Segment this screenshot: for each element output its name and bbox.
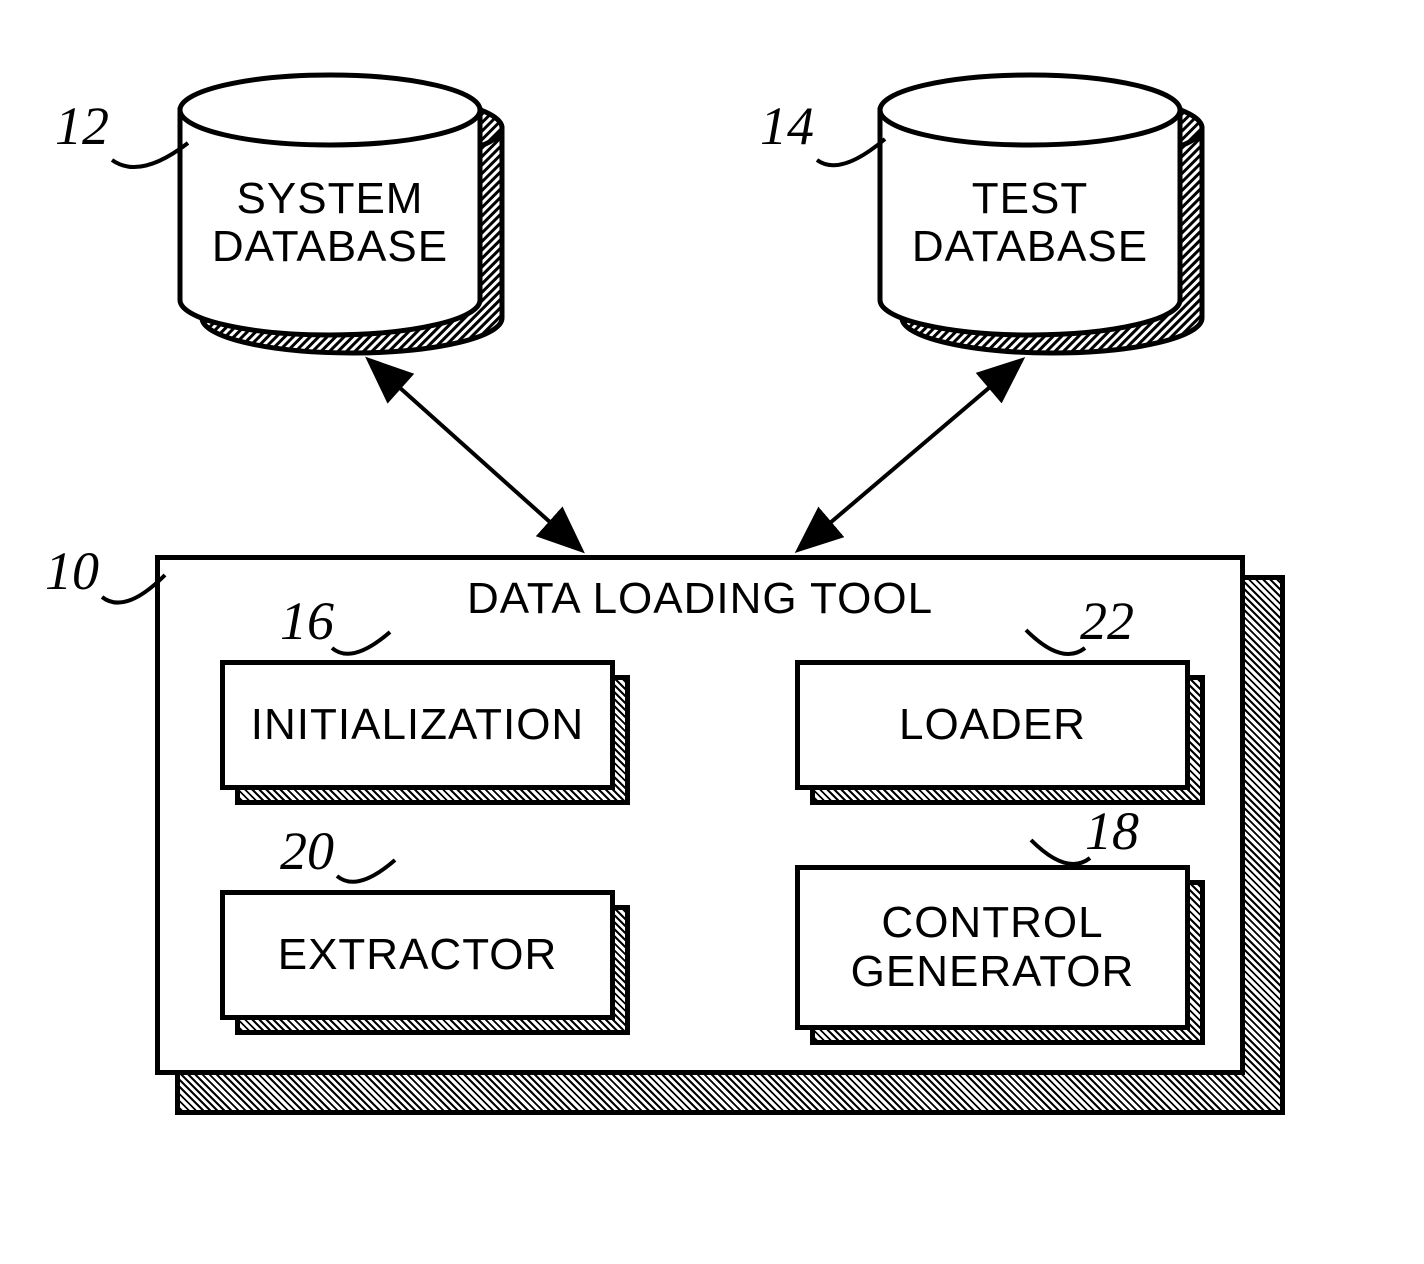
control-generator-label-line2: GENERATOR	[851, 947, 1135, 996]
control-generator-label-line1: CONTROL	[881, 898, 1103, 947]
arrow-systemdb-tool	[350, 350, 610, 570]
test-database-label-line2: DATABASE	[912, 222, 1148, 271]
control-generator-box: CONTROL GENERATOR	[795, 865, 1190, 1030]
system-database-label: SYSTEM DATABASE	[180, 175, 480, 272]
test-database-label: TEST DATABASE	[880, 175, 1180, 272]
ref-20: 20	[280, 820, 334, 882]
ref-16: 16	[280, 590, 334, 652]
diagram-canvas: SYSTEM DATABASE TEST DATABASE	[0, 0, 1424, 1264]
system-database-label-line1: SYSTEM	[237, 174, 424, 223]
ref-10: 10	[45, 540, 99, 602]
loader-label: LOADER	[899, 701, 1086, 749]
test-database-label-line1: TEST	[972, 174, 1088, 223]
control-generator-label: CONTROL GENERATOR	[851, 899, 1135, 996]
extractor-box: EXTRACTOR	[220, 890, 615, 1020]
initialization-label: INITIALIZATION	[251, 701, 584, 749]
leader-12	[110, 125, 200, 185]
ref-12: 12	[55, 95, 109, 157]
arrow-testdb-tool	[780, 350, 1040, 570]
system-database-label-line2: DATABASE	[212, 222, 448, 271]
leader-20	[335, 848, 405, 898]
extractor-label: EXTRACTOR	[278, 931, 558, 979]
leader-16	[330, 620, 400, 670]
initialization-box: INITIALIZATION	[220, 660, 615, 790]
leader-22	[1020, 618, 1095, 673]
leader-14	[815, 125, 895, 180]
ref-14: 14	[760, 95, 814, 157]
leader-18	[1025, 828, 1100, 883]
loader-box: LOADER	[795, 660, 1190, 790]
leader-10	[100, 565, 175, 620]
